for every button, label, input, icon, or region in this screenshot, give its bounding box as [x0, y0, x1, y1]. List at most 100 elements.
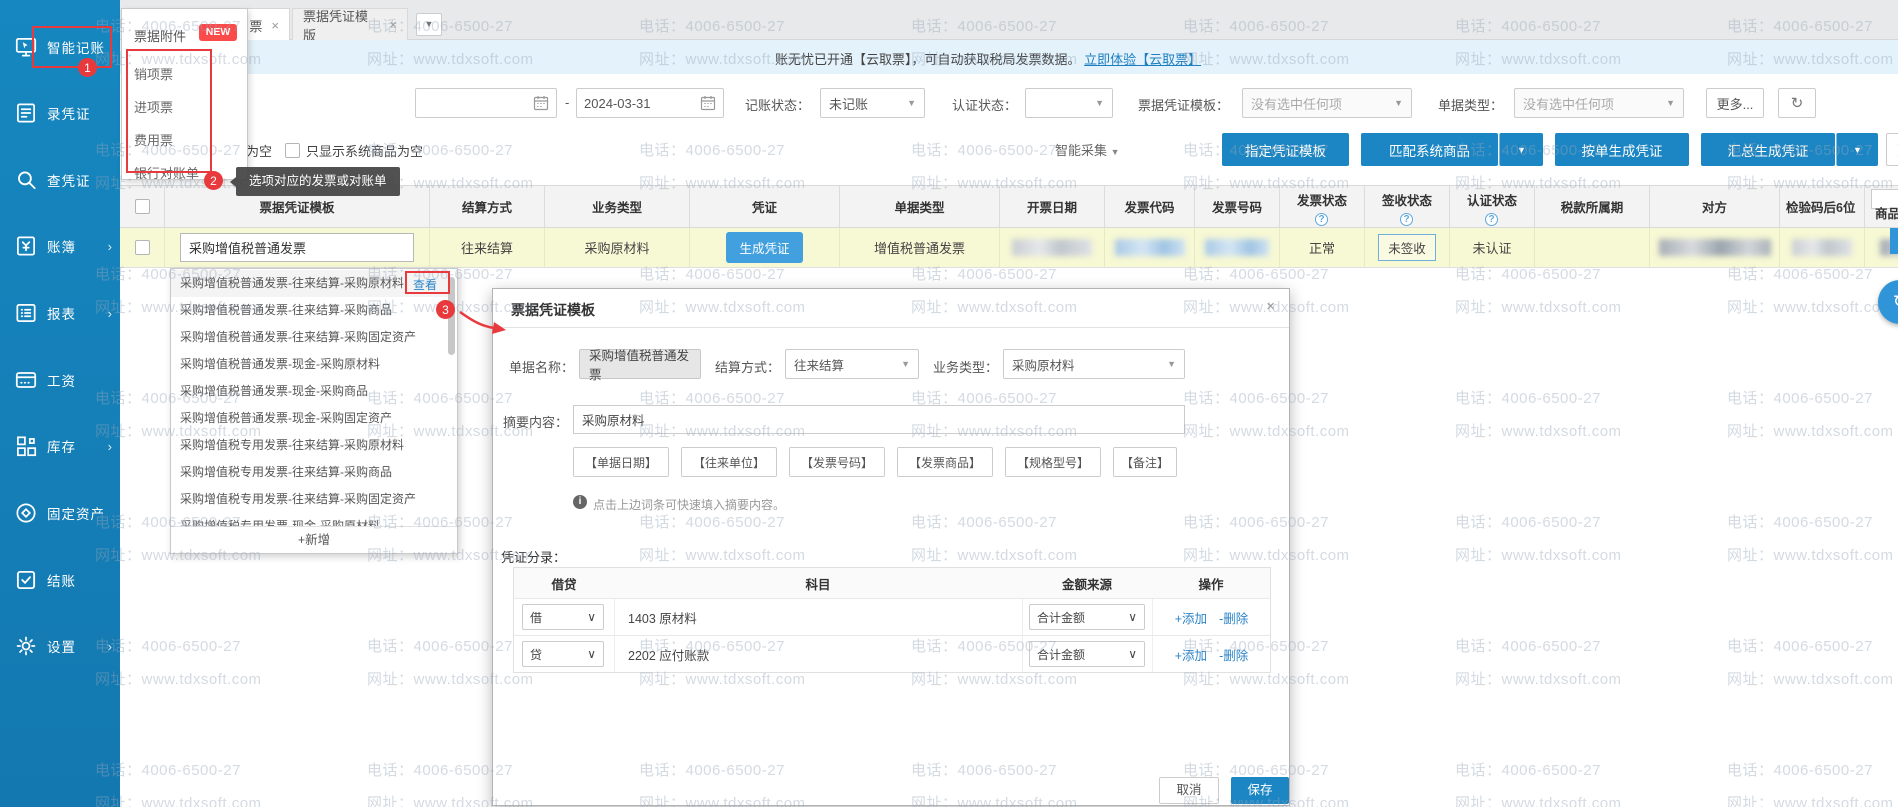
sidebar-item-voucher-search[interactable]: 查凭证: [0, 158, 120, 202]
table-row[interactable]: 往来结算 采购原材料 生成凭证 增值税普通发票 正常 未签收 未认证: [120, 228, 1898, 268]
auth-status-label: 认证状态：: [952, 95, 1017, 114]
save-button[interactable]: 保存: [1231, 777, 1289, 804]
settlement-select[interactable]: 往来结算▼: [785, 349, 919, 379]
date-start-input[interactable]: [415, 88, 557, 118]
template-option[interactable]: 采购增值税专用发票-往来结算-采购原材料: [171, 432, 449, 459]
sidebar-item-closing[interactable]: 结账: [0, 558, 120, 602]
summary-tag-button[interactable]: 【单据日期】: [573, 447, 669, 477]
remove-entry-link[interactable]: -删除: [1219, 608, 1248, 627]
template-option[interactable]: 采购增值税普通发票-往来结算-采购固定资产: [171, 324, 449, 351]
sidebar-item-label: 结账: [47, 570, 76, 590]
entries-header-ops: 操作: [1152, 568, 1270, 598]
chevron-down-icon: ∨: [587, 610, 596, 624]
redacted-invoice-number: [1205, 239, 1269, 256]
amount-source-select[interactable]: 合计金额∨: [1029, 604, 1145, 630]
row-template-input[interactable]: [180, 233, 414, 262]
template-option[interactable]: 采购增值税普通发票-现金-采购固定资产: [171, 405, 449, 432]
calendar-icon[interactable]: [700, 95, 716, 111]
view-template-link[interactable]: 查看: [413, 276, 437, 293]
add-entry-link[interactable]: +添加: [1175, 608, 1207, 627]
generate-summary-arrow-button[interactable]: ▼: [1836, 133, 1878, 166]
template-option[interactable]: 采购增值税专用发票-现金-采购原材料: [171, 513, 449, 526]
inventory-icon: [13, 433, 39, 459]
close-icon[interactable]: ×: [1266, 298, 1275, 315]
menu-item-1[interactable]: 销项票: [134, 64, 173, 83]
sidebar-item-voucher-entry[interactable]: 录凭证: [0, 91, 120, 135]
fixed-assets-icon: [13, 500, 39, 526]
dc-select[interactable]: 贷∨: [522, 641, 604, 667]
notice-bar: 账无忧已开通【云取票】，可自动获取税局发票数据。 立即体验【云取票】: [120, 40, 1898, 74]
header-voucher: 凭证: [690, 186, 840, 227]
generate-by-doc-button[interactable]: 按单生成凭证: [1555, 133, 1689, 166]
sidebar-item-label: 报表: [47, 303, 76, 323]
menu-item-2[interactable]: 进项票: [134, 97, 173, 116]
amount-source-select[interactable]: 合计金额∨: [1029, 641, 1145, 667]
generate-voucher-button[interactable]: 生成凭证: [726, 232, 802, 263]
generate-summary-button[interactable]: 汇总生成凭证: [1701, 133, 1835, 166]
summary-tag-button[interactable]: 【发票号码】: [789, 447, 885, 477]
cloud-invoice-link[interactable]: 立即体验【云取票】: [1084, 52, 1201, 67]
smart-collect-dropdown[interactable]: 智能采集 ▼: [1055, 140, 1120, 159]
template-filter-select[interactable]: 没有选中任何项▼: [1242, 88, 1412, 118]
add-entry-link[interactable]: +添加: [1175, 645, 1207, 664]
more-actions-button[interactable]: 更多: [1886, 133, 1898, 166]
help-icon[interactable]: ?: [1485, 213, 1498, 226]
template-option[interactable]: 采购增值税专用发票-往来结算-采购固定资产: [171, 486, 449, 513]
tooltip: 选项对应的发票或对账单: [236, 167, 400, 196]
date-end-input[interactable]: 2024-03-31: [576, 88, 724, 118]
tab-list-dropdown-button[interactable]: ▼: [416, 13, 442, 36]
annotation-arrow: [450, 298, 510, 340]
more-filters-button[interactable]: 更多...: [1706, 88, 1764, 118]
assign-template-button[interactable]: 指定凭证模板: [1222, 133, 1349, 166]
menu-item-4[interactable]: 银行对账单: [134, 163, 199, 182]
closing-icon: [13, 567, 39, 593]
match-goods-arrow-button[interactable]: ▼: [1499, 133, 1543, 166]
help-icon[interactable]: ?: [1400, 213, 1413, 226]
add-template-button[interactable]: +新增: [171, 526, 457, 553]
help-icon[interactable]: ?: [1315, 213, 1328, 226]
summary-tag-button[interactable]: 【规格型号】: [1005, 447, 1101, 477]
sidebar-item-label: 工资: [47, 370, 76, 390]
sidebar-item-report[interactable]: 报表›: [0, 291, 120, 335]
template-option[interactable]: 采购增值税普通发票-现金-采购原材料: [171, 351, 449, 378]
sidebar-item-smart-accounting[interactable]: 智能记账: [0, 25, 120, 69]
sidebar-item-ledger[interactable]: 账簿›: [0, 224, 120, 268]
checkbox[interactable]: [285, 143, 300, 158]
sidebar-item-settings[interactable]: 设置›: [0, 624, 120, 668]
select-all-checkbox[interactable]: [135, 199, 150, 214]
record-status-select[interactable]: 未记账▼: [820, 88, 925, 118]
business-select[interactable]: 采购原材料▼: [1003, 349, 1185, 379]
doctype-filter-select[interactable]: 没有选中任何项▼: [1514, 88, 1684, 118]
calendar-icon[interactable]: [533, 95, 549, 111]
template-option[interactable]: 采购增值税普通发票-往来结算-采购商品: [171, 297, 449, 324]
sys-goods-empty-checkbox-row: 只显示系统商品为空: [285, 141, 423, 159]
cancel-button[interactable]: 取消: [1159, 777, 1219, 804]
template-option[interactable]: 采购增值税普通发票-往来结算-采购原材料: [171, 270, 449, 297]
subject-field[interactable]: 2202 应付账款: [614, 636, 1022, 672]
refresh-button[interactable]: ↻: [1778, 88, 1816, 118]
summary-tag-button[interactable]: 【往来单位】: [681, 447, 777, 477]
tab-close-icon[interactable]: ×: [389, 17, 397, 32]
redacted-invoice-date: [1012, 239, 1092, 256]
subject-field[interactable]: 1403 原材料: [614, 599, 1022, 635]
sidebar-item-fixed-assets[interactable]: 固定资产: [0, 491, 120, 535]
template-option[interactable]: 采购增值税专用发票-往来结算-采购商品: [171, 459, 449, 486]
summary-input[interactable]: [573, 405, 1185, 434]
match-goods-button[interactable]: 匹配系统商品: [1361, 133, 1498, 166]
chevron-right-icon: ›: [108, 639, 112, 654]
sidebar-item-inventory[interactable]: 库存›: [0, 424, 120, 468]
tab-close-icon[interactable]: ×: [271, 18, 279, 33]
auth-status-select[interactable]: ▼: [1025, 88, 1113, 118]
sidebar-item-salary[interactable]: 工资: [0, 358, 120, 402]
summary-tag-button[interactable]: 【发票商品】: [897, 447, 993, 477]
template-option[interactable]: 采购增值税普通发票-现金-采购商品: [171, 378, 449, 405]
summary-tag-button[interactable]: 【备注】: [1113, 447, 1177, 477]
menu-item-3[interactable]: 费用票: [134, 130, 173, 149]
row-checkbox[interactable]: [135, 240, 150, 255]
tab-template[interactable]: 票据凭证模版 ×: [292, 8, 408, 41]
edge-blue-tab[interactable]: [1890, 228, 1898, 254]
entries-header-row: 借贷 科目 金额来源 操作: [514, 568, 1270, 599]
remove-entry-link[interactable]: -删除: [1219, 645, 1248, 664]
dc-select[interactable]: 借∨: [522, 604, 604, 630]
cell-sign-status: 未签收: [1378, 234, 1436, 261]
